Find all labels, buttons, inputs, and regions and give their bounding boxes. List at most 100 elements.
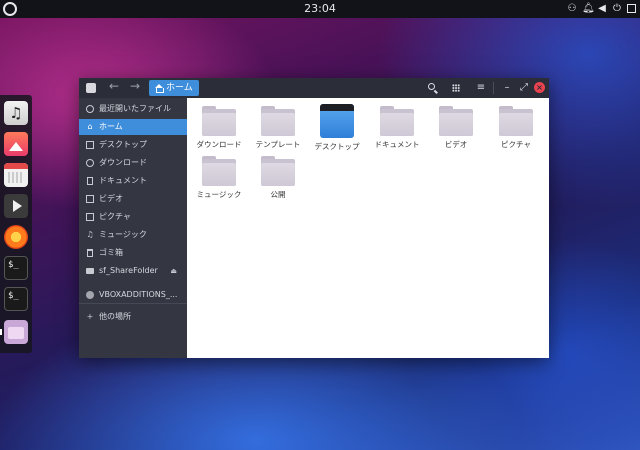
- network-icon[interactable]: ⚇: [567, 2, 577, 16]
- file-label: テンプレート: [255, 140, 301, 149]
- home-icon: [155, 84, 164, 93]
- document-icon: [87, 177, 93, 185]
- files-app-icon: [86, 83, 96, 93]
- menu-button[interactable]: ≡: [474, 81, 488, 95]
- system-tray[interactable]: ⚇ 🔔︎ ◀ ⏻: [567, 2, 636, 16]
- home-icon: ⌂: [87, 122, 93, 131]
- path-bar-label: ホーム: [166, 83, 193, 93]
- sidebar-item-label: ホーム: [99, 122, 123, 131]
- forward-arrow-icon[interactable]: →: [130, 79, 140, 93]
- terminal-icon[interactable]: $_: [4, 256, 28, 280]
- sidebar-item-home[interactable]: ⌂ ホーム: [79, 119, 187, 135]
- folder-documents[interactable]: ドキュメント: [369, 100, 425, 150]
- maximize-icon: ⤢: [520, 82, 528, 93]
- folder-icon: [499, 106, 533, 136]
- sidebar-item-downloads[interactable]: ダウンロード: [79, 155, 187, 171]
- sidebar-item-label: ゴミ箱: [99, 248, 123, 257]
- view-grid-button[interactable]: [449, 81, 463, 97]
- sidebar-item-label: ピクチャ: [99, 212, 131, 221]
- volume-icon[interactable]: ◀: [597, 2, 607, 16]
- folder-icon: [439, 106, 473, 136]
- plus-icon: +: [86, 312, 94, 321]
- recent-icon: [86, 105, 94, 113]
- trash-icon: [87, 249, 93, 257]
- video-icon: [86, 195, 94, 203]
- music-icon[interactable]: ♫: [4, 101, 28, 125]
- clock[interactable]: 23:04: [0, 2, 640, 15]
- folder-icon[interactable]: [0, 320, 28, 344]
- folder-pictures[interactable]: ピクチャ: [488, 100, 544, 150]
- system-menu-icon[interactable]: [627, 4, 636, 13]
- sidebar-divider: [79, 303, 187, 304]
- sidebar-item-label: VBOXADDITIONS_...: [99, 290, 178, 299]
- folder-videos[interactable]: ビデオ: [428, 100, 484, 150]
- hamburger-icon: ≡: [476, 82, 486, 93]
- desktop-folder-icon: [320, 104, 354, 138]
- folder-icon: [380, 106, 414, 136]
- sidebar-item-label: 他の場所: [99, 312, 131, 321]
- sidebar-item-recent[interactable]: 最近開いたファイル: [79, 101, 187, 117]
- eject-icon[interactable]: ⏏: [170, 263, 177, 279]
- folder-music[interactable]: ミュージック: [191, 150, 247, 200]
- photo-icon[interactable]: [4, 132, 28, 156]
- file-manager-window: ← → ホーム ≡ – ⤢ × 最近開いたファイル ⌂ ホーム デスクトップ ダ…: [79, 78, 549, 358]
- sidebar-item-pictures[interactable]: ピクチャ: [79, 209, 187, 225]
- path-bar-home[interactable]: ホーム: [149, 80, 199, 96]
- sidebar-item-videos[interactable]: ビデオ: [79, 191, 187, 207]
- notification-icon[interactable]: 🔔︎: [582, 2, 595, 16]
- file-label: 公開: [270, 190, 286, 199]
- sidebar-item-other-locations[interactable]: + 他の場所: [79, 309, 187, 325]
- drive-icon: [86, 268, 94, 274]
- sidebar-item-label: ビデオ: [99, 194, 123, 203]
- folder-templates[interactable]: テンプレート: [250, 100, 306, 150]
- back-arrow-icon[interactable]: ←: [109, 79, 119, 93]
- sidebar-item-label: 最近開いたファイル: [99, 104, 171, 113]
- desktop-icon: [86, 141, 94, 149]
- sidebar-item-desktop[interactable]: デスクトップ: [79, 137, 187, 153]
- file-label: ダウンロード: [196, 140, 242, 149]
- file-label: ピクチャ: [501, 140, 531, 149]
- music-icon: ♫: [86, 230, 94, 239]
- file-label: ドキュメント: [374, 140, 420, 149]
- sidebar-item-label: ドキュメント: [99, 176, 147, 185]
- folder-icon: [261, 156, 295, 186]
- minimize-icon: –: [504, 82, 510, 93]
- search-button[interactable]: [424, 81, 438, 95]
- calendar-icon[interactable]: [4, 163, 28, 187]
- terminal-icon[interactable]: $_: [4, 287, 28, 311]
- download-icon: [86, 159, 94, 167]
- search-icon: [427, 83, 435, 90]
- folder-icon: [202, 156, 236, 186]
- folder-icon: [261, 106, 295, 136]
- folder-icon: [202, 106, 236, 136]
- dock: ♫ $_ $_: [0, 95, 32, 353]
- power-icon[interactable]: ⏻: [612, 2, 622, 16]
- close-button[interactable]: ×: [534, 82, 545, 93]
- disc-icon: [86, 291, 94, 299]
- firefox-icon[interactable]: [4, 225, 28, 249]
- sidebar: 最近開いたファイル ⌂ ホーム デスクトップ ダウンロード ドキュメント ビデオ…: [79, 98, 187, 358]
- sidebar-item-documents[interactable]: ドキュメント: [79, 173, 187, 189]
- file-view[interactable]: ダウンロード テンプレート デスクトップ ドキュメント ビデオ ピクチャ ミュー…: [187, 98, 549, 358]
- sidebar-item-label: sf_ShareFolder: [99, 266, 158, 275]
- minimize-button[interactable]: –: [500, 81, 514, 95]
- top-panel: 23:04 ⚇ 🔔︎ ◀ ⏻: [0, 0, 640, 18]
- folder-desktop[interactable]: デスクトップ: [309, 100, 365, 151]
- sidebar-item-vboxadditions[interactable]: VBOXADDITIONS_...: [79, 287, 187, 303]
- sidebar-item-music[interactable]: ♫ ミュージック: [79, 227, 187, 243]
- folder-public[interactable]: 公開: [250, 150, 306, 200]
- sidebar-item-trash[interactable]: ゴミ箱: [79, 245, 187, 261]
- play-icon[interactable]: [4, 194, 28, 218]
- grid-icon: [452, 84, 460, 92]
- sidebar-item-label: ダウンロード: [99, 158, 147, 167]
- picture-icon: [86, 213, 94, 221]
- sidebar-item-label: ミュージック: [99, 230, 147, 239]
- folder-downloads[interactable]: ダウンロード: [191, 100, 247, 150]
- close-icon: ×: [536, 83, 543, 92]
- sidebar-item-label: デスクトップ: [99, 140, 147, 149]
- maximize-button[interactable]: ⤢: [517, 81, 531, 95]
- sidebar-item-sharefolder[interactable]: sf_ShareFolder ⏏: [79, 263, 187, 279]
- file-label: ビデオ: [444, 140, 468, 149]
- headerbar: ← → ホーム ≡ – ⤢ ×: [79, 78, 549, 98]
- headerbar-separator: [493, 82, 494, 94]
